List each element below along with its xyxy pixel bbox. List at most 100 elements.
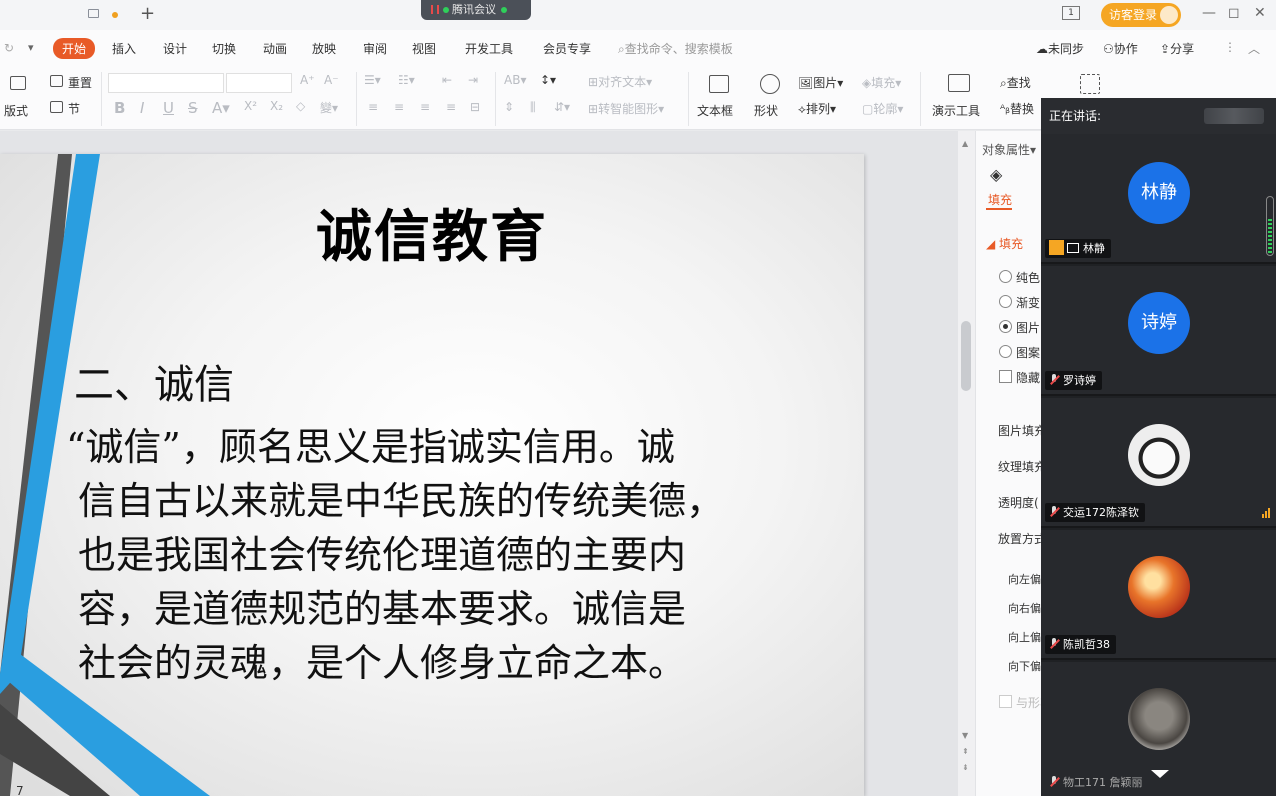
scroll-thumb[interactable]	[961, 321, 971, 391]
radio-pattern[interactable]	[999, 345, 1012, 358]
shrink-font-icon[interactable]: A⁻	[324, 73, 339, 87]
guest-login-button[interactable]: 访客登录	[1101, 3, 1181, 27]
slide-body[interactable]: “诚信”，顾名思义是指诚实信用。诚 信自古以来就是中华民族的传统美德， 也是我国…	[66, 420, 806, 690]
spacing-icon[interactable]: ⇵▾	[554, 100, 570, 114]
participant-tile[interactable]: 交运172陈泽钦	[1041, 398, 1276, 528]
reset-icon[interactable]	[50, 75, 63, 87]
new-tab-icon[interactable]: +	[140, 3, 155, 24]
grow-font-icon[interactable]: A⁺	[300, 73, 315, 87]
tab-slideshow[interactable]: 放映	[312, 40, 336, 57]
line-spacing-icon[interactable]: ↕▾	[540, 73, 556, 87]
tab-design[interactable]: 设计	[163, 40, 187, 57]
select-icon[interactable]	[1080, 74, 1100, 94]
sync-status[interactable]: ☁未同步	[1036, 40, 1084, 57]
paragraph-spacing-icon[interactable]: ⇕	[504, 100, 514, 114]
tab-fill[interactable]: 填充	[988, 191, 1012, 208]
participant-tile[interactable]: 陈凯哲38	[1041, 530, 1276, 660]
slide-canvas[interactable]: 诚信教育 二、诚信 “诚信”，顾名思义是指诚实信用。诚 信自古以来就是中华民族的…	[0, 154, 864, 796]
scroll-up-icon[interactable]: ▲	[962, 139, 968, 148]
quick-access-icon[interactable]: ▾	[28, 41, 34, 54]
fill-button[interactable]: ◈填充▾	[862, 74, 901, 91]
redo-icon[interactable]: ↻	[4, 41, 14, 55]
tab-animation[interactable]: 动画	[263, 40, 287, 57]
tab-insert[interactable]: 插入	[112, 40, 136, 57]
radio-gradient[interactable]	[999, 295, 1012, 308]
vertical-scrollbar[interactable]: ▲ ▼ ⇞ ⇟	[958, 131, 975, 796]
radio-solid[interactable]	[999, 270, 1012, 283]
document-tab-icon[interactable]	[88, 9, 99, 18]
slide-title[interactable]: 诚信教育	[0, 192, 864, 273]
shape-icon[interactable]	[760, 74, 780, 94]
tab-developer[interactable]: 开发工具	[465, 40, 513, 57]
page-indicator[interactable]: 1	[1062, 6, 1080, 20]
superscript-icon[interactable]: X²	[244, 99, 257, 113]
layout-button[interactable]: 版式	[4, 102, 28, 119]
present-tools-icon[interactable]	[948, 74, 970, 92]
reset-button[interactable]: 重置	[68, 74, 92, 91]
tab-transition[interactable]: 切换	[212, 40, 236, 57]
meeting-status-pill[interactable]: 腾讯会议	[421, 0, 531, 20]
participant-tile[interactable]: 林静 林静	[1041, 134, 1276, 264]
hide-bg-checkbox[interactable]	[999, 370, 1012, 383]
tab-review[interactable]: 审阅	[363, 40, 387, 57]
decrease-indent-icon[interactable]: ⇤	[442, 73, 452, 87]
collapse-ribbon-icon[interactable]: ︿	[1248, 40, 1260, 57]
justify-icon[interactable]: ≡	[446, 100, 456, 114]
distribute-icon[interactable]: ⊟	[470, 100, 480, 114]
clear-format-icon[interactable]: ◇	[296, 99, 305, 113]
smart-shape-button[interactable]: ⊞转智能图形▾	[588, 100, 664, 117]
font-family-select[interactable]	[108, 73, 224, 93]
tab-member[interactable]: 会员专享	[543, 40, 591, 57]
collaborate-button[interactable]: ⚇协作	[1103, 40, 1138, 57]
share-button[interactable]: ⇪分享	[1160, 40, 1194, 57]
increase-indent-icon[interactable]: ⇥	[468, 73, 478, 87]
participant-tile[interactable]: 诗婷 罗诗婷	[1041, 266, 1276, 396]
radio-picture[interactable]	[999, 320, 1012, 333]
text-direction-icon[interactable]: AB▾	[504, 73, 526, 87]
tab-home[interactable]: 开始	[53, 38, 96, 59]
properties-header[interactable]: 对象属性▾	[982, 141, 1036, 158]
outline-button[interactable]: ▢轮廓▾	[862, 100, 903, 117]
layout-icon[interactable]	[10, 76, 26, 90]
strike-button[interactable]: S	[188, 99, 198, 117]
font-size-select[interactable]	[226, 73, 292, 93]
picture-button[interactable]: 🖼图片▾	[798, 74, 843, 91]
fill-section-header[interactable]: ◢ 填充	[986, 235, 1023, 252]
italic-button[interactable]: I	[140, 99, 144, 117]
align-right-icon[interactable]: ≡	[420, 100, 430, 114]
bold-button[interactable]: B	[114, 99, 125, 117]
with-shape-checkbox[interactable]	[999, 695, 1012, 708]
numbered-list-icon[interactable]: ☷▾	[398, 73, 415, 87]
align-center-icon[interactable]: ≡	[394, 100, 404, 114]
prev-slide-icon[interactable]: ⇞	[962, 747, 969, 756]
more-icon[interactable]: ⋮	[1224, 40, 1236, 54]
underline-button[interactable]: U	[163, 99, 174, 117]
align-text-button[interactable]: ⊞对齐文本▾	[588, 73, 652, 90]
textbox-button[interactable]: 文本框	[697, 102, 733, 119]
slide-subtitle[interactable]: 二、诚信	[74, 352, 234, 410]
fill-tab-icon[interactable]: ◈	[990, 165, 1002, 184]
shape-button[interactable]: 形状	[754, 102, 778, 119]
present-tools-button[interactable]: 演示工具	[932, 102, 980, 119]
textbox-icon[interactable]	[709, 75, 729, 93]
scroll-down-arrow-icon[interactable]	[1151, 770, 1169, 778]
next-slide-icon[interactable]: ⇟	[962, 763, 969, 772]
minimize-button[interactable]: —	[1202, 5, 1216, 21]
phonetic-icon[interactable]: 變▾	[320, 99, 338, 116]
volume-meter	[1266, 196, 1274, 256]
font-color-icon[interactable]: A▾	[212, 99, 230, 117]
tab-view[interactable]: 视图	[412, 40, 436, 57]
command-search[interactable]: ⌕查找命令、搜索模板	[618, 40, 733, 57]
section-button[interactable]: 节	[68, 100, 80, 117]
close-button[interactable]: ✕	[1254, 5, 1266, 21]
scroll-down-icon[interactable]: ▼	[962, 731, 968, 740]
column-icon[interactable]: ⫼	[530, 100, 536, 115]
find-button[interactable]: ⌕查找	[1000, 74, 1031, 91]
subscript-icon[interactable]: X₂	[270, 99, 283, 113]
section-icon[interactable]	[50, 101, 63, 113]
bullet-list-icon[interactable]: ☰▾	[364, 73, 381, 87]
align-left-icon[interactable]: ≡	[368, 100, 378, 114]
restore-button[interactable]: ◻	[1228, 5, 1240, 21]
arrange-button[interactable]: ⟡排列▾	[798, 100, 836, 117]
replace-button[interactable]: ᴬᵦ替换	[1000, 100, 1034, 117]
